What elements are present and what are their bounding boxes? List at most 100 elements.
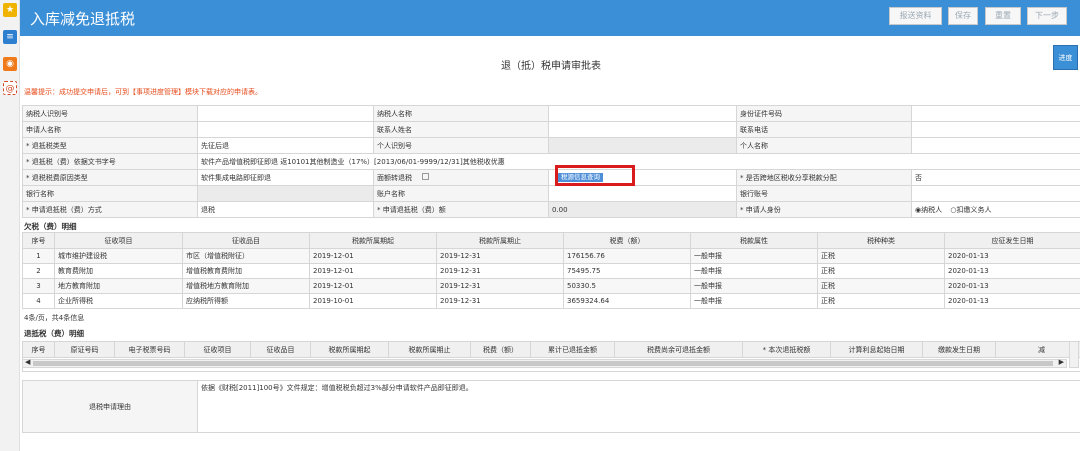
id-number-field[interactable] [911, 105, 1080, 122]
next-step-button[interactable]: 下一步 [1027, 7, 1067, 25]
table-cell: 2019-12-01 [309, 263, 437, 279]
refund-column-header: * 本次退抵税额 [742, 341, 831, 358]
refund-column-header: 电子税票号码 [114, 341, 185, 358]
refund-column-header: 税费尚余可退抵金额 [614, 341, 743, 358]
table-cell: 增值税地方教育附加 [182, 278, 310, 294]
left-toolbar: ★ ≡ ◉ @ [0, 0, 20, 451]
table-cell: 正税 [817, 293, 945, 309]
account-name-label: 账户名称 [373, 185, 549, 202]
progress-button[interactable]: 进度 [1053, 45, 1078, 70]
table-cell: 市区（增值税附征） [182, 248, 310, 264]
table-row[interactable]: 2 教育费附加 增值税教育费附加 2019-12-01 2019-12-31 75495.… [22, 263, 1080, 279]
refund-column-header: 减 [995, 341, 1080, 358]
table-row[interactable]: 1 城市维护建设税 市区（增值税附征） 2019-12-01 2019-12-31 176… [22, 248, 1080, 264]
amount-label: * 申请退抵税（费）额 [373, 201, 549, 218]
table-cell: 2020-01-13 [944, 263, 1080, 279]
bank-account-field[interactable] [911, 185, 1080, 202]
method-select[interactable]: 退税 [197, 201, 374, 218]
contact-phone-field[interactable] [911, 121, 1080, 138]
radio-taxpayer-label: 纳税人 [921, 205, 943, 214]
scroll-right-arrow-icon[interactable]: ▶ [1059, 358, 1064, 366]
save-button[interactable]: 保存 [948, 7, 978, 25]
table-cell: 50330.5 [563, 278, 691, 294]
radio-taxpayer[interactable]: ◉纳税人 [915, 206, 942, 214]
favorite-icon[interactable]: ★ [3, 3, 17, 17]
refund-column-header: 原证号码 [54, 341, 115, 358]
refund-column-header: 税费（额） [470, 341, 531, 358]
table-cell: 4 [22, 293, 55, 309]
form-title: 退（抵）税申请审批表 [501, 61, 601, 72]
horizontal-scrollbar[interactable]: ◀ ▶ [22, 358, 1067, 368]
fee-refund-checkbox[interactable] [422, 172, 430, 180]
table-cell: 2019-12-31 [436, 293, 564, 309]
taxpayer-name-field[interactable] [548, 105, 737, 122]
taxpayer-id-field[interactable] [197, 105, 374, 122]
owed-column-header: 征收品目 [182, 232, 310, 249]
table-row[interactable]: 3 地方教育附加 增值税地方教育附加 2019-12-01 2019-12-31 5033… [22, 278, 1080, 294]
applicant-name-field[interactable] [197, 121, 374, 138]
policy-value[interactable]: 软件产品增值税即征即退 返10101其他制造业（17%）[2013/06/01-… [197, 153, 1080, 170]
owed-column-header: 税款属性 [690, 232, 818, 249]
scroll-left-arrow-icon[interactable]: ◀ [25, 358, 30, 366]
table-cell: 城市维护建设税 [54, 248, 183, 264]
reason-textarea[interactable]: 依据《财税[2011]100号》文件规定：增值税税负超过3%部分申请软件产品即征… [197, 380, 1080, 433]
reason-type-select[interactable]: 软件集成电路即征即退 [197, 169, 374, 186]
reset-button[interactable]: 重置 [985, 7, 1021, 25]
scroll-thumb[interactable] [33, 361, 1053, 366]
page-title: 入库减免退抵税 [30, 10, 136, 28]
table-cell: 2019-10-01 [309, 293, 437, 309]
top-header: 入库减免退抵税 报送资料 保存 重置 下一步 [0, 0, 1080, 36]
table-cell: 3 [22, 278, 55, 294]
personal-id-label: 个人识别号 [373, 137, 549, 154]
table-cell: 2020-01-13 [944, 293, 1080, 309]
submit-docs-button[interactable]: 报送资料 [889, 7, 942, 25]
eye-icon[interactable]: ◉ [3, 57, 17, 71]
bank-name-field[interactable] [197, 185, 374, 202]
list-icon[interactable]: ≡ [3, 30, 17, 44]
table-cell: 2020-01-13 [944, 248, 1080, 264]
personal-name-field[interactable] [911, 137, 1080, 154]
taxpayer-id-label: 纳税人识别号 [22, 105, 198, 122]
table-cell: 正税 [817, 248, 945, 264]
refund-type-label: * 退抵税类型 [22, 137, 198, 154]
account-name-field[interactable] [548, 185, 737, 202]
bank-account-label: 银行账号 [736, 185, 912, 202]
taxpayer-name-label: 纳税人名称 [373, 105, 549, 122]
contact-phone-label: 联系电话 [736, 121, 912, 138]
refund-column-header: 计算利息起始日期 [830, 341, 923, 358]
reason-type-label: * 退税税费原因类型 [22, 169, 198, 186]
contact-name-field[interactable] [548, 121, 737, 138]
refund-column-header: 征收品目 [250, 341, 311, 358]
radio-withholder[interactable]: ○扣缴义务人 [950, 206, 991, 214]
table-cell: 75495.75 [563, 263, 691, 279]
radio-withholder-label: 扣缴义务人 [956, 205, 992, 214]
amount-field[interactable]: 0.00 [548, 201, 737, 218]
refund-section-title: 退抵税（费）明细 [24, 329, 84, 338]
owed-section-title: 欠税（费）明细 [24, 222, 77, 231]
refund-type-select[interactable]: 先征后退 [197, 137, 374, 154]
reason-label: 退税申请理由 [22, 380, 198, 433]
table-cell: 2020-01-13 [944, 278, 1080, 294]
method-label: * 申请退抵税（费）方式 [22, 201, 198, 218]
table-cell: 一般申报 [690, 278, 818, 294]
applicant-name-label: 申请人名称 [22, 121, 198, 138]
notice-tip: 温馨提示：成功提交申请后，可到【事项进度管理】模块下载对应的申请表。 [24, 88, 262, 96]
main-content: 退（抵）税申请审批表 进度 温馨提示：成功提交申请后，可到【事项进度管理】模块下… [22, 37, 1080, 451]
at-icon[interactable]: @ [3, 81, 17, 95]
fee-refund-label: 面额转退税 [373, 169, 549, 186]
identity-label: * 申请人身份 [736, 201, 912, 218]
table-row[interactable]: 4 企业所得税 应纳税所得额 2019-10-01 2019-12-31 3659324.… [22, 293, 1080, 309]
vertical-scrollbar[interactable] [1069, 341, 1079, 368]
table-cell: 一般申报 [690, 293, 818, 309]
table-cell: 2019-12-01 [309, 278, 437, 294]
personal-id-field[interactable] [548, 137, 737, 154]
owed-pager: 4条/页，共4条信息 [24, 314, 85, 322]
table-cell: 2019-12-31 [436, 278, 564, 294]
table-cell: 地方教育附加 [54, 278, 183, 294]
cross-region-select[interactable]: 否 [911, 169, 1080, 186]
table-cell: 2019-12-01 [309, 248, 437, 264]
refund-column-header: 累计已退抵金额 [530, 341, 615, 358]
refund-column-header: 序号 [22, 341, 55, 358]
owed-table: 序号 征收项目 征收品目 税款所属期起 税款所属期止 税费（额） 税款属性 税种种类 应征发生日… [22, 232, 1080, 309]
table-cell: 应纳税所得额 [182, 293, 310, 309]
